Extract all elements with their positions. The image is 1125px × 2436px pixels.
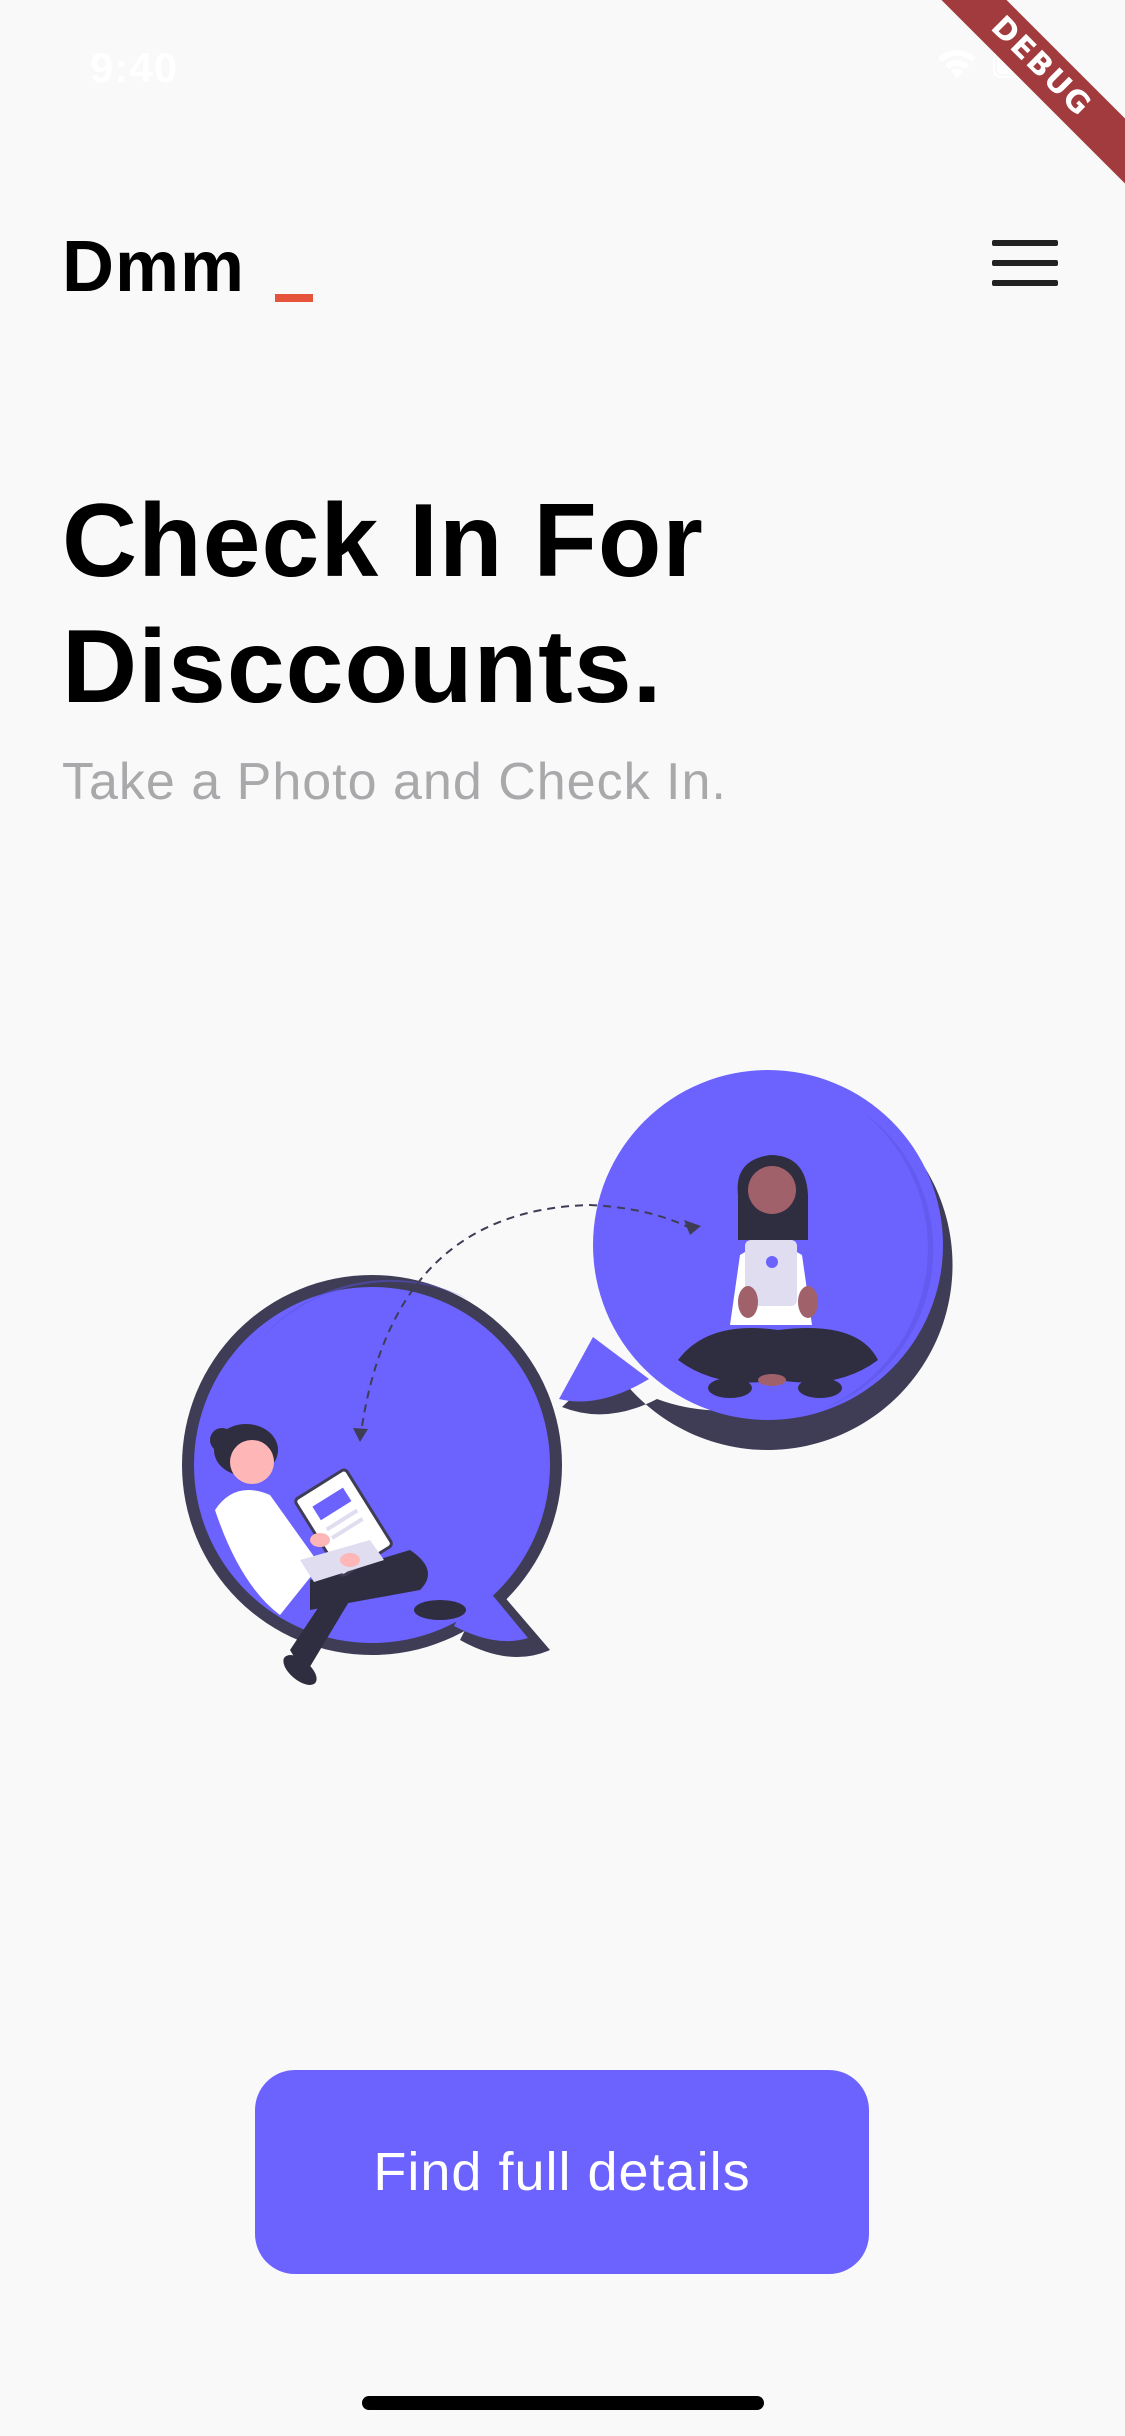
app-bar: Dmm [62,218,1062,318]
hamburger-menu-icon [992,240,1058,246]
status-bar: 9:40 [0,0,1125,132]
brand-logo: Dmm [62,227,246,307]
brand-cursor-mark [275,294,313,302]
find-full-details-button[interactable]: Find full details [255,2070,869,2274]
home-indicator[interactable] [362,2396,764,2410]
chat-bubbles-illustration [160,1040,980,1720]
page-title: Check In For Disccounts. [62,478,962,730]
hamburger-menu-icon-line [992,260,1058,266]
page-title-line-2: Disccounts. [62,609,663,725]
hamburger-menu-icon-line [992,280,1058,286]
wifi-icon [935,48,979,85]
page-subtitle: Take a Photo and Check In. [62,753,727,811]
status-time: 9:40 [90,44,179,91]
hamburger-menu-button[interactable] [992,240,1062,296]
page-title-line-1: Check In For [62,483,704,599]
